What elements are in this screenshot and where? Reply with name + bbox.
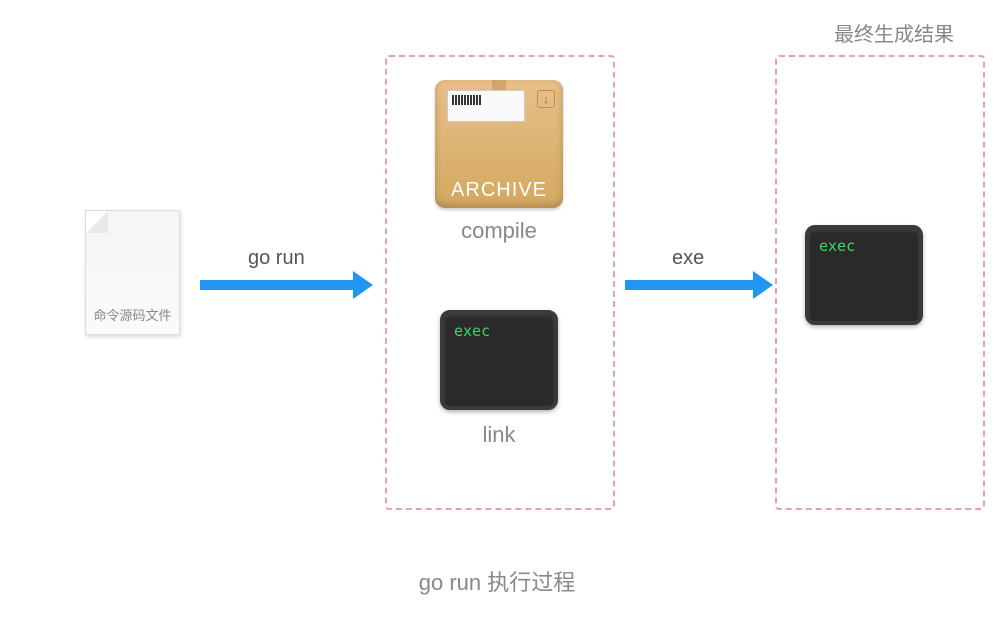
result-title: 最终生成结果 — [834, 18, 954, 47]
arrow-exe-label: exe — [672, 247, 704, 270]
diagram-caption: go run 执行过程 — [0, 565, 994, 597]
compile-label: compile — [435, 218, 563, 244]
link-label: link — [440, 422, 558, 448]
terminal-result-text: exec — [819, 237, 855, 255]
terminal-result-icon: exec — [805, 225, 923, 325]
arrow-exe — [625, 280, 755, 290]
source-file-icon: 命令源码文件 — [85, 210, 180, 335]
arrow-go-run-label: go run — [248, 247, 305, 270]
arrow-go-run — [200, 280, 355, 290]
terminal-link-icon: exec — [440, 310, 558, 410]
archive-download-icon: ↓ — [537, 90, 555, 108]
source-file-label: 命令源码文件 — [86, 305, 179, 324]
archive-text: ARCHIVE — [435, 179, 563, 202]
archive-icon: ↓ ARCHIVE — [435, 80, 563, 208]
terminal-link-text: exec — [454, 322, 490, 340]
file-fold-icon — [86, 211, 108, 233]
archive-shipping-label — [447, 90, 525, 122]
